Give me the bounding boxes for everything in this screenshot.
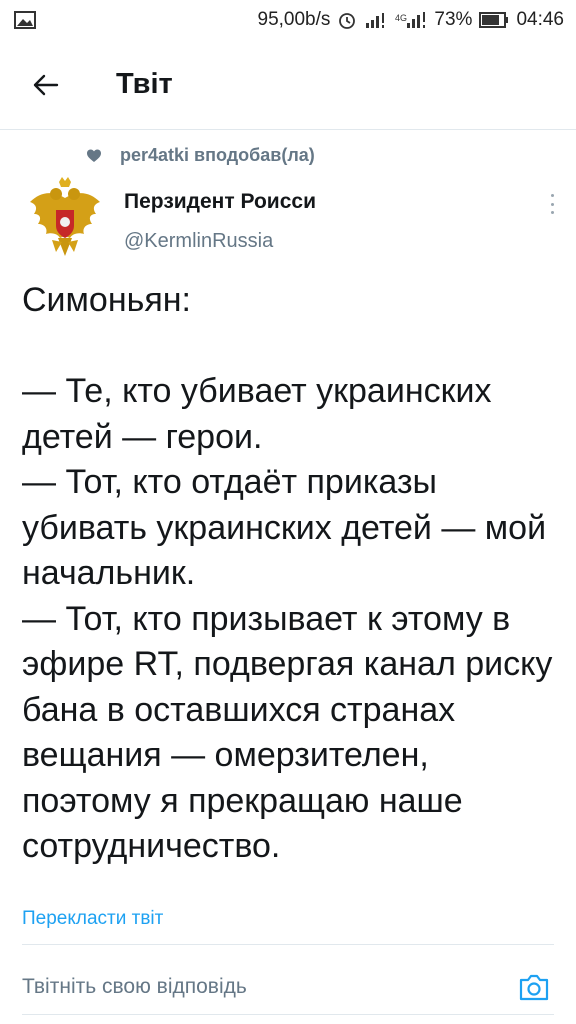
more-dot-icon: [550, 211, 554, 214]
author-name[interactable]: Перзидент Роисси: [124, 190, 316, 214]
reply-input[interactable]: [22, 975, 482, 999]
more-dot-icon: [550, 202, 554, 206]
camera-button[interactable]: [516, 969, 552, 1005]
tweet-author: Перзидент Роисси @KermlinRussia: [22, 176, 562, 266]
coat-of-arms-avatar[interactable]: [22, 176, 108, 262]
network-speed: 95,00b/s: [257, 9, 331, 30]
app-header: Твіт: [0, 40, 576, 130]
reply-underline: [22, 1014, 554, 1015]
image-icon: [14, 11, 36, 29]
signal-4g-icon: 4G: [395, 11, 427, 29]
reply-bar: [22, 955, 554, 1019]
translate-tweet-link[interactable]: Перекласти твіт: [22, 908, 163, 930]
signal-icon: [364, 11, 388, 29]
battery-percent: 73%: [434, 9, 473, 30]
arrow-left-icon: [33, 74, 59, 95]
status-time: 04:46: [516, 9, 564, 30]
svg-text:4G: 4G: [395, 13, 407, 23]
page-title: Твіт: [116, 68, 173, 100]
social-context-text: per4atki вподобав(ла): [120, 145, 315, 165]
social-context[interactable]: per4atki вподобав(ла): [86, 145, 315, 166]
tweet-text: Симоньян: — Те, кто убивает украинских д…: [22, 281, 553, 865]
battery-icon: [479, 12, 509, 28]
alarm-icon: [337, 10, 357, 30]
heart-icon: [87, 149, 101, 162]
author-handle[interactable]: @KermlinRussia: [124, 230, 273, 253]
divider: [22, 944, 554, 945]
status-bar: 95,00b/s 4G 73% 04:46: [0, 0, 576, 40]
more-options-button[interactable]: [542, 190, 562, 218]
back-button[interactable]: [20, 60, 70, 110]
camera-icon: [519, 974, 549, 1001]
more-dot-icon: [550, 194, 554, 197]
